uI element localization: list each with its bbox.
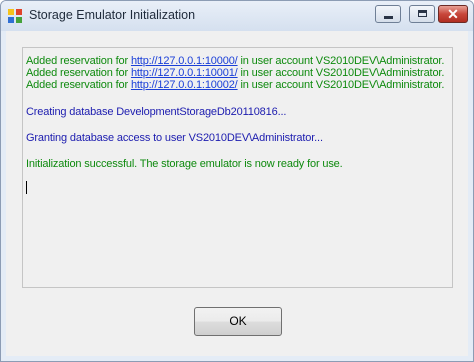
minimize-button[interactable]: [375, 5, 401, 23]
storage-emulator-icon: [7, 8, 23, 24]
log-text: in user account VS2010DEV\Administrator.: [237, 67, 445, 79]
ok-button[interactable]: OK: [194, 307, 282, 336]
log-text: Added reservation for: [26, 79, 131, 91]
log-line-reservation: Added reservation for http://127.0.0.1:1…: [26, 79, 444, 91]
dialog-body: Added reservation for http://127.0.0.1:1…: [6, 31, 468, 356]
close-icon: ✕: [447, 6, 459, 22]
log-line-success: Initialization successful. The storage e…: [26, 158, 343, 170]
log-output[interactable]: Added reservation for http://127.0.0.1:1…: [22, 47, 453, 288]
close-button[interactable]: ✕: [438, 5, 468, 23]
reservation-link[interactable]: http://127.0.0.1:10001/: [131, 67, 238, 79]
log-text: Added reservation for: [26, 55, 131, 67]
log-text: in user account VS2010DEV\Administrator.: [237, 55, 445, 67]
dialog-window: Storage Emulator Initialization ✕ Added …: [0, 0, 474, 362]
window-title: Storage Emulator Initialization: [29, 8, 196, 22]
log-line-creating-database: Creating database DevelopmentStorageDb20…: [26, 106, 287, 118]
maximize-icon: [418, 10, 427, 17]
log-line-reservation: Added reservation for http://127.0.0.1:1…: [26, 55, 444, 67]
log-text: in user account VS2010DEV\Administrator.: [237, 79, 445, 91]
log-line-reservation: Added reservation for http://127.0.0.1:1…: [26, 67, 444, 79]
title-bar[interactable]: Storage Emulator Initialization ✕: [1, 1, 473, 31]
minimize-icon: [384, 16, 393, 19]
reservation-link[interactable]: http://127.0.0.1:10000/: [131, 55, 238, 67]
log-line-granting-access: Granting database access to user VS2010D…: [26, 132, 323, 144]
text-caret: [26, 181, 27, 194]
maximize-button[interactable]: [409, 5, 435, 23]
reservation-link[interactable]: http://127.0.0.1:10002/: [131, 79, 238, 91]
log-text: Added reservation for: [26, 67, 131, 79]
